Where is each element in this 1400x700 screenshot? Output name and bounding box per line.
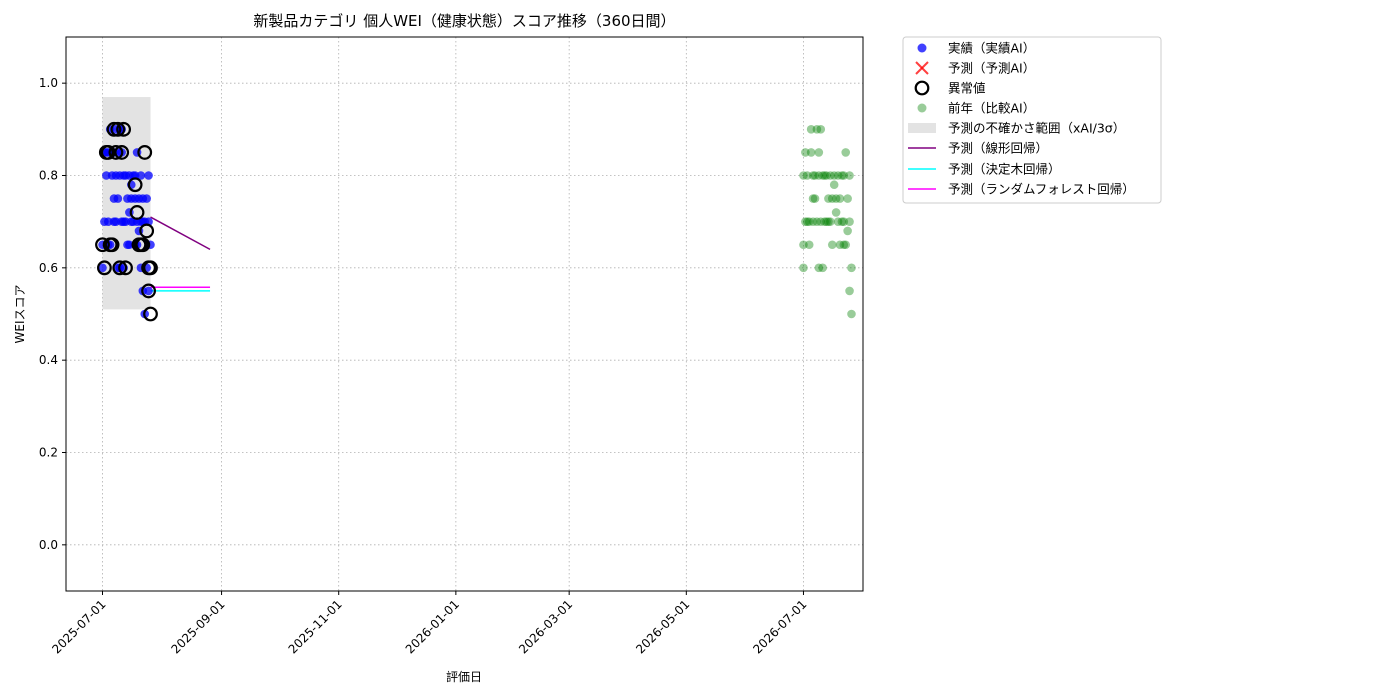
y-tick-label: 1.0 [39,76,58,90]
previous-point [845,217,854,226]
previous-point [835,194,845,203]
previous-point [847,263,856,273]
previous-point [806,148,816,157]
y-tick-label: 0.4 [39,353,58,367]
previous-point [845,286,854,296]
axes-layer: 2025-07-01 2025-09-01 2025-11-01 2026-01-01… [39,76,810,656]
previous-point [804,240,814,250]
y-tick-label: 0.8 [39,169,58,183]
previous-point [826,217,835,226]
y-axis-label: WEIスコア [13,285,27,344]
legend-label-anomaly: 異常値 [948,81,986,96]
previous-point [816,125,826,134]
previous-point [818,263,827,273]
prediction-line-linear [150,216,211,251]
actual-point [144,171,153,180]
x-tick-label: 2026-05-01 [633,597,692,656]
chart: 2025-07-01 2025-09-01 2025-11-01 2026-01-01… [13,12,1162,684]
prediction-lines-layer [150,216,211,292]
legend: 実績（実績AI） 予測（予測AI） 異常値前年（比較AI） 予測の不確かさ範囲（xAI… [902,36,1162,204]
previous-point [829,180,839,190]
x-tick-label: 2026-07-01 [750,597,809,656]
previous-year-points [799,125,856,319]
x-tick-label: 2026-03-01 [516,597,575,656]
y-tick-label: 0.0 [39,538,58,552]
x-tick-label: 2025-09-01 [168,597,227,656]
legend-label-tree: 予測（決定木回帰） [948,162,1061,177]
plot-grid [66,37,863,591]
plot-frame [65,36,864,592]
legend-label-forest: 予測（ランダムフォレスト回帰） [948,182,1135,197]
x-tick-label: 2025-11-01 [286,597,345,656]
actual-point [142,194,151,203]
x-tick-label: 2026-01-01 [403,597,462,656]
legend-marker-band [908,123,936,133]
y-tick-label: 0.6 [39,261,58,275]
legend-marker-actual [917,43,927,53]
actual-point [113,194,123,203]
y-tick-label: 0.2 [39,446,58,460]
previous-point [843,226,852,236]
x-tick-label: 2025-07-01 [49,597,108,656]
legend-marker-previous [917,103,927,113]
legend-label-predicted: 予測（予測AI） [948,61,1035,76]
previous-point [831,208,841,217]
previous-point [847,309,856,319]
legend-label-previous: 前年（比較AI） [948,101,1035,116]
previous-point [799,263,808,273]
previous-point [845,171,854,180]
previous-point [814,148,824,157]
previous-point [841,240,851,250]
legend-label-actual: 実績（実績AI） [948,41,1035,56]
previous-point [810,194,820,203]
actual-point [144,286,153,296]
legend-label-band: 予測の不確かさ範囲（xAI/3σ） [948,121,1125,136]
previous-point [827,240,837,250]
chart-title: 新製品カテゴリ 個人WEI（健康状態）スコア推移（360日間） [253,12,675,30]
previous-point [841,148,851,157]
legend-label-linear: 予測（線形回帰） [948,141,1048,156]
x-axis-label: 評価日 [446,669,482,684]
previous-point [843,194,852,203]
